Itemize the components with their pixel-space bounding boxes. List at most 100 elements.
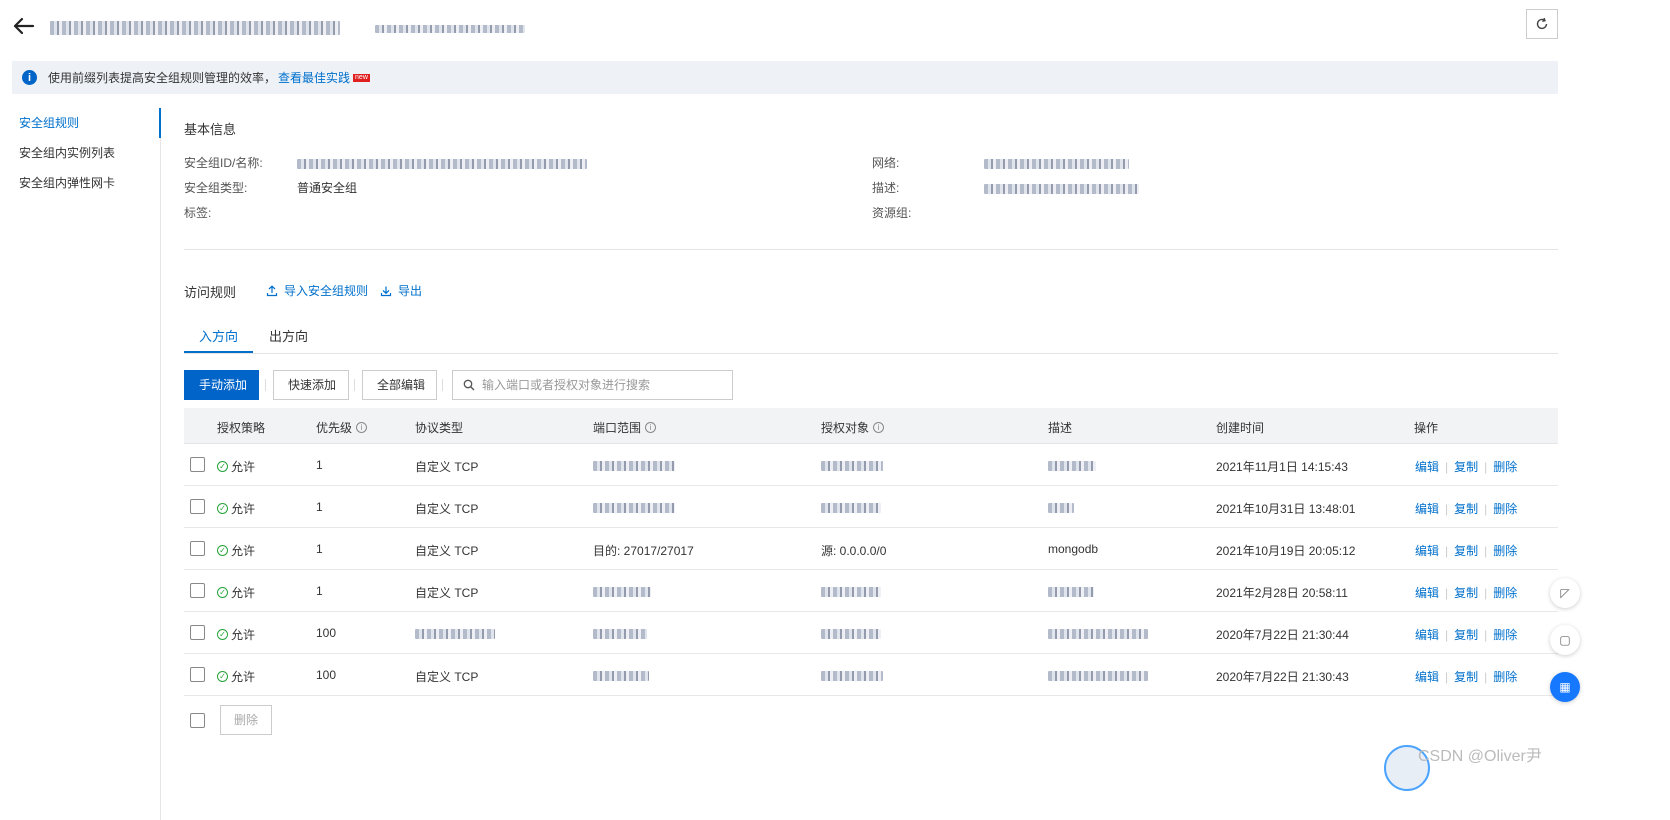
info-circle-icon[interactable]: i: [645, 422, 657, 433]
info-row-id: 安全组ID/名称:: [184, 154, 864, 172]
delete-link[interactable]: 删除: [1493, 544, 1517, 558]
feedback-tool-icon[interactable]: ◸: [1550, 578, 1580, 608]
actions-cell: 编辑 | 复制 | 删除: [1415, 500, 1517, 517]
delete-link[interactable]: 删除: [1493, 502, 1517, 516]
action-separator: |: [1445, 502, 1449, 516]
row-checkbox[interactable]: [190, 625, 205, 640]
table-header: 授权策略 优先级 i 协议类型 端口范围 i 授权对象 i 描述 创建时间 操作: [184, 408, 1558, 444]
policy-label: 允许: [231, 586, 256, 600]
edit-link[interactable]: 编辑: [1415, 460, 1439, 474]
copy-link[interactable]: 复制: [1454, 460, 1478, 474]
actions-cell: 编辑 | 复制 | 删除: [1415, 584, 1517, 601]
copy-link[interactable]: 复制: [1454, 544, 1478, 558]
copy-link[interactable]: 复制: [1454, 670, 1478, 684]
page-title: [50, 17, 340, 38]
sidenav-item-rules[interactable]: 安全组规则: [0, 108, 161, 138]
toolbar-separator: [354, 379, 355, 391]
action-separator: |: [1445, 460, 1449, 474]
policy-label: 允许: [231, 670, 256, 684]
check-circle-icon: ✓: [217, 545, 228, 556]
edit-link[interactable]: 编辑: [1415, 628, 1439, 642]
top-bar: [0, 0, 1670, 56]
delete-link[interactable]: 删除: [1493, 586, 1517, 600]
rule-search-box[interactable]: [452, 370, 733, 400]
edit-link[interactable]: 编辑: [1415, 544, 1439, 558]
basic-info-title: 基本信息: [184, 122, 237, 137]
actions-cell: 编辑 | 复制 | 删除: [1415, 542, 1517, 559]
port-cell: [593, 626, 647, 640]
import-rules-link[interactable]: 导入安全组规则: [266, 282, 368, 299]
protocol-cell: 自定义 TCP: [415, 586, 479, 600]
table-row: ✓ 允许 1 自定义 TCP 2021年10月31日 13:48:01 编辑 | 复制…: [184, 486, 1558, 528]
info-value-type: 普通安全组: [297, 181, 358, 195]
row-checkbox[interactable]: [190, 457, 205, 472]
search-input[interactable]: [482, 378, 722, 392]
priority-cell: 1: [316, 458, 323, 472]
info-label: 网络:: [872, 156, 900, 170]
edit-link[interactable]: 编辑: [1415, 502, 1439, 516]
export-link[interactable]: 导出: [380, 282, 422, 299]
row-checkbox[interactable]: [190, 667, 205, 682]
action-separator: |: [1484, 544, 1488, 558]
batch-delete-button[interactable]: 删除: [220, 705, 272, 735]
protocol-cell: 自定义 TCP: [415, 670, 479, 684]
tab-outbound[interactable]: 出方向: [269, 326, 308, 345]
side-nav: 安全组规则 安全组内实例列表 安全组内弹性网卡: [0, 108, 161, 820]
info-notice: i 使用前缀列表提高安全组规则管理的效率， 查看最佳实践 new: [12, 61, 1558, 94]
delete-link[interactable]: 删除: [1493, 670, 1517, 684]
col-created: 创建时间: [1216, 421, 1265, 435]
created-cell: 2020年7月22日 21:30:43: [1216, 670, 1349, 684]
col-port: 端口范围 i: [593, 419, 657, 436]
policy-cell: ✓ 允许: [217, 626, 255, 643]
info-label: 安全组ID/名称:: [184, 156, 263, 170]
action-separator: |: [1484, 586, 1488, 600]
quick-add-button[interactable]: 快速添加: [273, 370, 349, 400]
policy-cell: ✓ 允许: [217, 542, 255, 559]
edit-all-button[interactable]: 全部编辑: [362, 370, 437, 400]
edit-link[interactable]: 编辑: [1415, 586, 1439, 600]
action-separator: |: [1484, 628, 1488, 642]
manual-add-button[interactable]: 手动添加: [184, 370, 259, 400]
best-practice-link[interactable]: 查看最佳实践: [278, 69, 350, 86]
policy-cell: ✓ 允许: [217, 500, 255, 517]
protocol-cell: 自定义 TCP: [415, 460, 479, 474]
rules-title: 访问规则: [184, 285, 237, 300]
info-circle-icon[interactable]: i: [356, 422, 368, 433]
row-checkbox[interactable]: [190, 499, 205, 514]
row-checkbox[interactable]: [190, 583, 205, 598]
upload-icon: [266, 284, 278, 296]
table-row: ✓ 允许 1 自定义 TCP 2021年2月28日 20:58:11 编辑 | 复制 |…: [184, 570, 1558, 612]
delete-link[interactable]: 删除: [1493, 460, 1517, 474]
priority-cell: 1: [316, 584, 323, 598]
info-circle-icon[interactable]: i: [873, 422, 885, 433]
message-tool-icon[interactable]: ▢: [1550, 625, 1580, 655]
delete-link[interactable]: 删除: [1493, 628, 1517, 642]
copy-link[interactable]: 复制: [1454, 502, 1478, 516]
desc-cell: [1048, 668, 1148, 682]
tab-inbound[interactable]: 入方向: [199, 326, 238, 345]
new-badge: new: [353, 73, 370, 82]
arrow-left-icon[interactable]: [10, 12, 38, 40]
sidenav-item-instances[interactable]: 安全组内实例列表: [0, 138, 160, 168]
select-all-checkbox[interactable]: [190, 713, 205, 728]
desc-cell: [1048, 500, 1074, 514]
col-desc: 描述: [1048, 421, 1073, 435]
refresh-button[interactable]: [1526, 9, 1558, 39]
row-checkbox[interactable]: [190, 541, 205, 556]
info-label: 描述:: [872, 181, 900, 195]
priority-cell: 100: [316, 626, 337, 640]
edit-link[interactable]: 编辑: [1415, 670, 1439, 684]
created-cell: 2021年10月19日 20:05:12: [1216, 544, 1356, 558]
actions-cell: 编辑 | 复制 | 删除: [1415, 668, 1517, 685]
info-icon: i: [22, 70, 37, 85]
desc-cell: [1048, 626, 1148, 640]
col-protocol: 协议类型: [415, 421, 464, 435]
source-cell: 源: 0.0.0.0/0: [821, 544, 887, 558]
sidenav-item-eni[interactable]: 安全组内弹性网卡: [0, 168, 160, 198]
desc-cell: mongodb: [1048, 542, 1099, 556]
info-label: 标签:: [184, 206, 212, 220]
copy-link[interactable]: 复制: [1454, 586, 1478, 600]
app-grid-icon[interactable]: ▦: [1550, 672, 1580, 702]
col-actions: 操作: [1414, 421, 1439, 435]
copy-link[interactable]: 复制: [1454, 628, 1478, 642]
